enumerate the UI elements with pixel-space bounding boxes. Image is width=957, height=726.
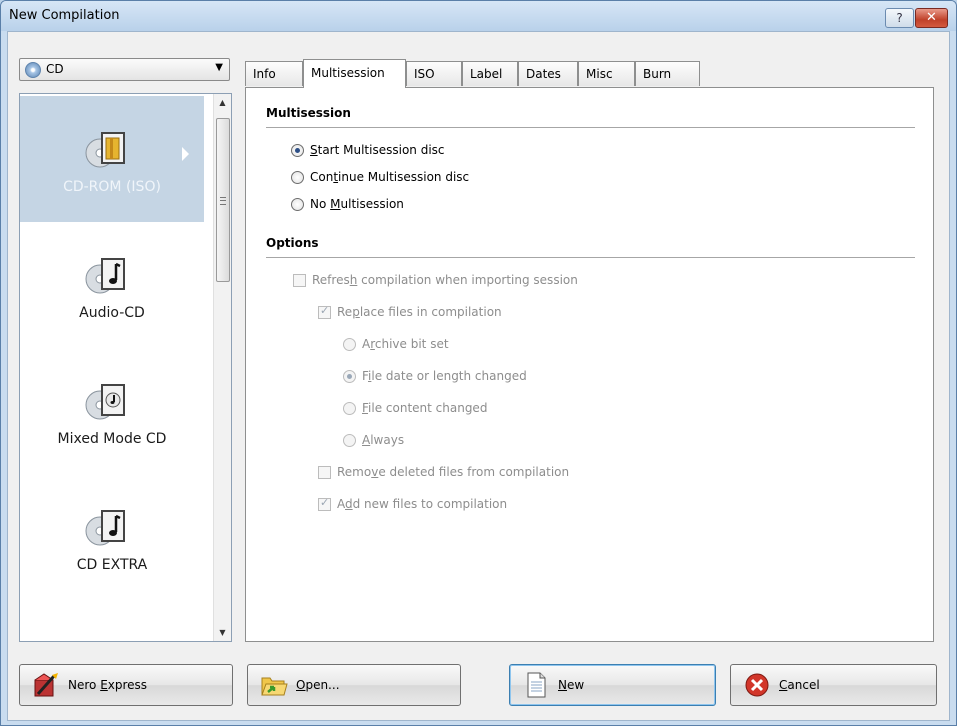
scrollbar-grip-icon (220, 197, 226, 205)
options-divider (266, 257, 915, 258)
open-folder-icon (261, 677, 288, 696)
close-button[interactable]: ✕ (915, 8, 948, 28)
compilation-type-next-partial[interactable] (20, 600, 204, 642)
mixed-mode-cd-icon (85, 384, 125, 420)
new-button[interactable]: New (509, 664, 716, 706)
scroll-up-arrow-icon[interactable]: ▲ (214, 94, 231, 111)
multisession-tab-panel: Multisession Start Multisession disc Con… (245, 87, 934, 642)
radio-label: No Multisession (310, 197, 404, 211)
cancel-button[interactable]: Cancel (730, 664, 937, 706)
checkbox[interactable] (293, 274, 306, 287)
tab-label[interactable]: Label (462, 61, 518, 86)
multisession-divider (266, 127, 915, 128)
nero-express-button[interactable]: Nero Express (19, 664, 233, 706)
title-bar[interactable]: New Compilation ? ✕ (1, 1, 956, 31)
radio-button[interactable] (343, 434, 356, 447)
selected-arrow-icon (182, 147, 189, 161)
tab-dates[interactable]: Dates (518, 61, 578, 86)
nero-express-label: Nero Express (68, 678, 148, 692)
radio-button[interactable] (343, 402, 356, 415)
dialog-body: CD ▼ CD-ROM (ISO) Audio-CD Mixed Mode CD… (7, 31, 950, 721)
window-title: New Compilation (9, 8, 120, 23)
compilation-type-cd-rom-iso[interactable]: CD-ROM (ISO) (20, 96, 204, 222)
compilation-type-list[interactable]: CD-ROM (ISO) Audio-CD Mixed Mode CD CD E… (19, 93, 232, 642)
nero-express-icon (34, 673, 58, 697)
open-button[interactable]: Open... (247, 664, 461, 706)
scrollbar-thumb[interactable] (216, 118, 230, 282)
help-button[interactable]: ? (885, 8, 914, 28)
cd-disc-icon (25, 62, 41, 78)
radio-label: Archive bit set (362, 337, 449, 351)
radio-button[interactable] (343, 370, 356, 383)
new-document-icon (527, 672, 546, 698)
cd-rom-iso-icon (85, 132, 125, 168)
new-compilation-window: New Compilation ? ✕ CD ▼ CD-ROM (ISO) Au… (0, 0, 957, 726)
compilation-type-label: Mixed Mode CD (57, 431, 167, 447)
radio-label: File date or length changed (362, 369, 527, 383)
tab-misc[interactable]: Misc (578, 61, 635, 86)
type-list-scrollbar[interactable]: ▲ ▼ (213, 94, 231, 641)
radio-label: File content changed (362, 401, 488, 415)
checkbox[interactable] (318, 496, 331, 511)
chevron-down-icon: ▼ (215, 62, 223, 73)
scroll-down-arrow-icon[interactable]: ▼ (214, 624, 231, 641)
cancel-label: Cancel (779, 678, 820, 692)
compilation-type-label: CD-ROM (ISO) (63, 179, 161, 195)
checkbox-label: Add new files to compilation (337, 497, 508, 511)
open-label: Open... (296, 678, 340, 692)
compilation-type-label: CD EXTRA (76, 557, 148, 573)
tab-info[interactable]: Info (245, 61, 303, 86)
checkbox-label: Replace files in compilation (337, 305, 502, 319)
radio-button[interactable] (291, 144, 304, 157)
cancel-icon (745, 673, 769, 697)
new-label: New (558, 678, 585, 692)
next-compilation-icon (85, 633, 131, 642)
radio-button[interactable] (343, 338, 356, 351)
multisession-heading: Multisession (266, 106, 351, 120)
options-heading: Options (266, 236, 319, 250)
checkbox-label: Remove deleted files from compilation (337, 465, 570, 479)
radio-label: Continue Multisession disc (310, 170, 470, 184)
tab-multisession[interactable]: Multisession (303, 59, 406, 88)
cd-extra-icon (85, 510, 125, 546)
tab-burn[interactable]: Burn (635, 61, 700, 86)
compilation-type-label: Audio-CD (79, 305, 145, 321)
disc-type-dropdown[interactable]: CD ▼ (19, 58, 230, 81)
disc-type-value: CD (46, 62, 64, 76)
tab-iso[interactable]: ISO (406, 61, 462, 86)
checkbox[interactable] (318, 304, 331, 319)
radio-button[interactable] (291, 171, 304, 184)
compilation-type-audio-cd[interactable]: Audio-CD (20, 222, 204, 348)
compilation-type-mixed-mode-cd[interactable]: Mixed Mode CD (20, 348, 204, 474)
audio-cd-icon (85, 258, 125, 294)
radio-button[interactable] (291, 198, 304, 211)
checkbox-label: Refresh compilation when importing sessi… (312, 273, 578, 287)
compilation-type-cd-extra[interactable]: CD EXTRA (20, 474, 204, 600)
radio-label: Always (362, 433, 405, 447)
radio-label: Start Multisession disc (310, 143, 445, 157)
checkbox[interactable] (318, 466, 331, 479)
